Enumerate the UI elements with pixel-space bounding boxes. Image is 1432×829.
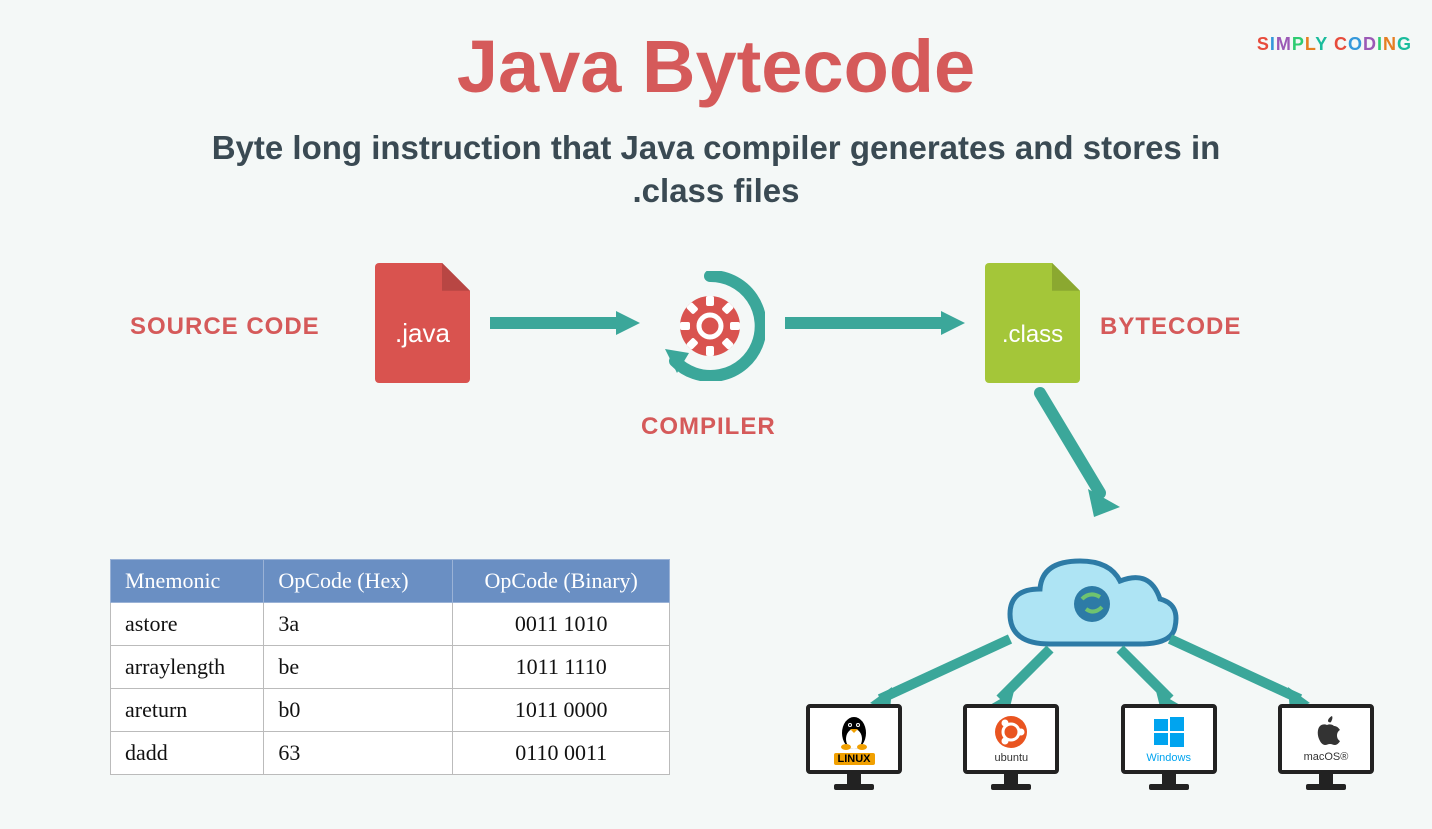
class-extension-text: .class — [985, 321, 1080, 349]
macos-label: macOS® — [1304, 751, 1349, 763]
windows-logo-icon — [1151, 714, 1187, 750]
table-row: arraylength be 1011 1110 — [111, 646, 670, 689]
compiler-gear-icon — [655, 271, 765, 381]
deployment-cloud-area: LINUX ubuntu — [790, 549, 1390, 819]
windows-label: Windows — [1146, 752, 1191, 764]
col-mnemonic: Mnemonic — [111, 560, 264, 603]
cell-mnemonic: areturn — [111, 689, 264, 732]
monitor-windows: Windows — [1115, 704, 1223, 790]
cell-mnemonic: astore — [111, 603, 264, 646]
cell-binary: 0110 0011 — [453, 732, 670, 775]
ubuntu-label: ubuntu — [995, 752, 1029, 764]
monitor-ubuntu: ubuntu — [957, 704, 1065, 790]
opcode-table: Mnemonic OpCode (Hex) OpCode (Binary) as… — [110, 559, 670, 775]
java-file-icon: .java — [375, 263, 470, 383]
compiler-label: COMPILER — [641, 413, 776, 441]
cell-binary: 1011 0000 — [453, 689, 670, 732]
cell-hex: 3a — [264, 603, 453, 646]
cell-mnemonic: arraylength — [111, 646, 264, 689]
cell-binary: 0011 1010 — [453, 603, 670, 646]
brand-logo: SIMPLY CODING — [1257, 34, 1412, 55]
linux-penguin-icon — [836, 713, 872, 751]
col-hex: OpCode (Hex) — [264, 560, 453, 603]
page-title: Java Bytecode — [0, 24, 1432, 109]
monitor-linux: LINUX — [800, 704, 908, 790]
cell-hex: be — [264, 646, 453, 689]
class-file-icon: .class — [985, 263, 1080, 383]
arrow-compiler-to-class — [785, 311, 965, 335]
compilation-flow: SOURCE CODE .java — [0, 253, 1432, 453]
page-subtitle: Byte long instruction that Java compiler… — [166, 127, 1266, 213]
monitor-macos: macOS® — [1272, 704, 1380, 790]
arrow-source-to-compiler — [490, 311, 640, 335]
bytecode-label: BYTECODE — [1100, 313, 1241, 341]
arrow-class-to-cloud — [1020, 383, 1140, 523]
table-row: areturn b0 1011 0000 — [111, 689, 670, 732]
cell-hex: 63 — [264, 732, 453, 775]
apple-logo-icon — [1311, 715, 1341, 749]
ubuntu-logo-icon — [993, 714, 1029, 750]
java-extension-text: .java — [375, 318, 470, 349]
table-row: astore 3a 0011 1010 — [111, 603, 670, 646]
linux-label: LINUX — [834, 753, 875, 765]
table-header-row: Mnemonic OpCode (Hex) OpCode (Binary) — [111, 560, 670, 603]
cell-hex: b0 — [264, 689, 453, 732]
table-row: dadd 63 0110 0011 — [111, 732, 670, 775]
col-binary: OpCode (Binary) — [453, 560, 670, 603]
source-code-label: SOURCE CODE — [130, 313, 320, 341]
cell-mnemonic: dadd — [111, 732, 264, 775]
cell-binary: 1011 1110 — [453, 646, 670, 689]
